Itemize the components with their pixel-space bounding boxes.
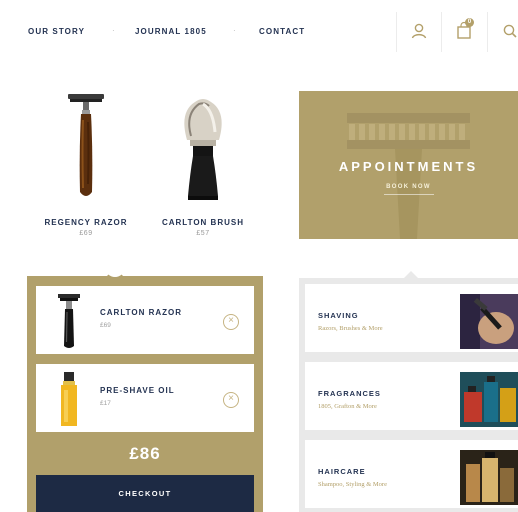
basket-item-price: £17: [100, 400, 111, 407]
product-carlton-brush[interactable]: CARLTON BRUSH £57: [153, 92, 253, 237]
product-name: REGENCY RAZOR: [44, 218, 128, 227]
nav-separator: ·: [112, 26, 115, 35]
carlton-brush-image: [184, 99, 222, 200]
shaving-thumbnail: [460, 294, 518, 349]
nav-separator: ·: [233, 26, 236, 35]
category-list: SHAVING Razors, Brushes & More FRAGRANCE…: [299, 271, 518, 512]
category-name: HAIRCARE: [318, 467, 366, 476]
basket-item: CARLTON RAZOR £69 ×: [36, 286, 254, 354]
pre-shave-oil-thumbnail: [61, 372, 77, 426]
product-regency-razor[interactable]: REGENCY RAZOR £69: [36, 92, 136, 237]
top-navigation: OUR STORY · JOURNAL 1805 · CONTACT 0: [0, 0, 518, 64]
book-now-underline: [384, 194, 434, 195]
haircare-thumbnail: [460, 450, 518, 505]
account-icon[interactable]: [409, 21, 429, 41]
cart-icon[interactable]: 0: [454, 18, 474, 41]
carlton-razor-thumbnail: [58, 294, 80, 348]
basket-item-name: PRE-SHAVE OIL: [100, 386, 175, 395]
basket-item-name: CARLTON RAZOR: [100, 308, 183, 317]
basket-panel: CARLTON RAZOR £69 × PRE-SHAVE OIL £17 × …: [27, 267, 263, 512]
category-subtitle: Razors, Brushes & More: [318, 325, 383, 332]
product-price: £69: [79, 230, 93, 237]
remove-item-button[interactable]: ×: [223, 392, 239, 408]
category-subtitle: 1805, Grafton & More: [318, 403, 377, 410]
nav-divider: [487, 12, 488, 52]
product-price: £57: [196, 230, 210, 237]
category-item-haircare[interactable]: HAIRCARE Shampoo, Styling & More: [305, 440, 518, 508]
regency-razor-image: [68, 94, 104, 196]
book-now-link[interactable]: BOOK NOW: [299, 184, 518, 190]
category-item-shaving[interactable]: SHAVING Razors, Brushes & More: [305, 284, 518, 352]
appointments-banner[interactable]: APPOINTMENTS BOOK NOW: [299, 91, 518, 239]
category-item-fragrances[interactable]: FRAGRANCES 1805, Grafton & More: [305, 362, 518, 430]
search-icon[interactable]: [500, 21, 518, 41]
basket-item: PRE-SHAVE OIL £17 ×: [36, 364, 254, 432]
category-pointer: [404, 271, 418, 278]
category-name: SHAVING: [318, 311, 359, 320]
remove-item-button[interactable]: ×: [223, 314, 239, 330]
category-name: FRAGRANCES: [318, 389, 381, 398]
nav-link-contact[interactable]: CONTACT: [259, 27, 305, 36]
nav-link-our-story[interactable]: OUR STORY: [28, 27, 85, 36]
basket-total: £86: [129, 444, 161, 463]
basket-item-price: £69: [100, 322, 111, 329]
nav-link-journal[interactable]: JOURNAL 1805: [135, 27, 207, 36]
product-name: CARLTON BRUSH: [161, 218, 245, 227]
category-subtitle: Shampoo, Styling & More: [318, 481, 387, 488]
checkout-button[interactable]: CHECKOUT: [36, 475, 254, 512]
cart-count-badge: 0: [465, 18, 474, 27]
nav-divider: [396, 12, 397, 52]
fragrances-thumbnail: [460, 372, 518, 427]
appointments-title: APPOINTMENTS: [338, 159, 479, 174]
nav-divider: [441, 12, 442, 52]
